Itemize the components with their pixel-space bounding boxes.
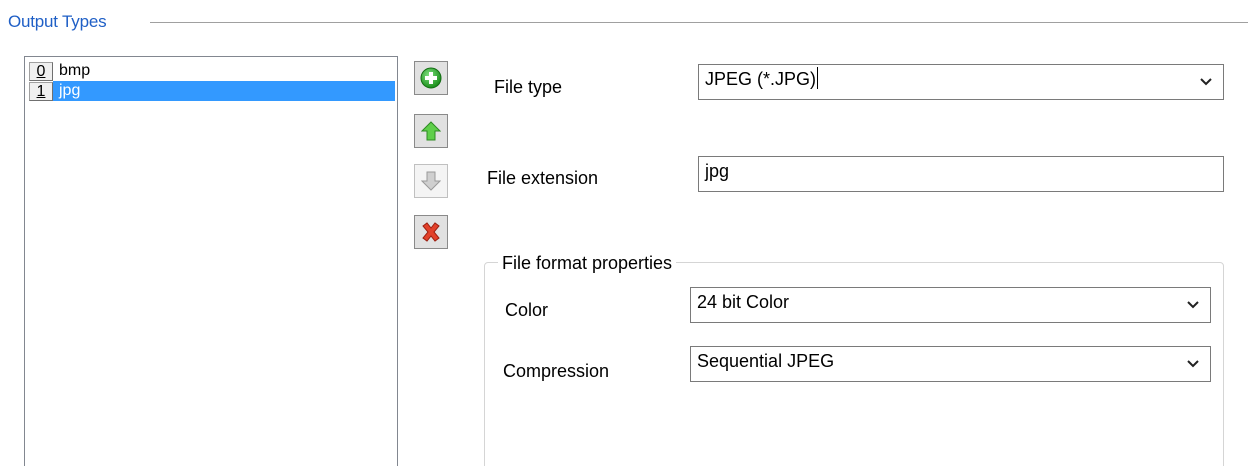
- compression-value: Sequential JPEG: [697, 351, 835, 371]
- chevron-down-icon: [1187, 360, 1199, 368]
- list-item-label: jpg: [53, 81, 395, 101]
- output-types-list[interactable]: 0 bmp 1 jpg: [24, 56, 398, 466]
- list-item-bmp[interactable]: 0 bmp: [29, 61, 395, 81]
- file-format-properties-title: File format properties: [498, 252, 677, 274]
- group-divider: [150, 22, 1248, 23]
- chevron-down-icon: [1200, 78, 1212, 86]
- color-label: Color: [505, 300, 549, 320]
- file-extension-input[interactable]: jpg: [698, 156, 1224, 192]
- compression-combo[interactable]: Sequential JPEG: [690, 346, 1211, 382]
- delete-icon: [422, 222, 440, 242]
- list-item-jpg[interactable]: 1 jpg: [29, 81, 395, 101]
- move-up-button[interactable]: [414, 114, 448, 148]
- file-type-text: JPEG (*.JPG): [705, 69, 817, 89]
- list-item-label: bmp: [59, 62, 91, 79]
- list-item-index: 1: [29, 81, 53, 101]
- chevron-down-icon: [1187, 301, 1199, 309]
- output-types-title: Output Types: [8, 11, 111, 33]
- add-icon: [420, 67, 442, 89]
- file-type-value: JPEG (*.JPG): [705, 62, 819, 96]
- color-value: 24 bit Color: [697, 292, 790, 312]
- file-extension-value: jpg: [705, 161, 730, 181]
- color-combo[interactable]: 24 bit Color: [690, 287, 1211, 323]
- text-caret: [817, 67, 819, 89]
- delete-button[interactable]: [414, 215, 448, 249]
- move-down-button[interactable]: [414, 164, 448, 198]
- file-type-label: File type: [494, 77, 563, 97]
- down-arrow-icon: [421, 171, 441, 191]
- compression-label: Compression: [503, 361, 610, 381]
- up-arrow-icon: [421, 121, 441, 141]
- list-item-index: 0: [29, 61, 53, 81]
- file-extension-label: File extension: [487, 168, 599, 188]
- add-button[interactable]: [414, 61, 448, 95]
- file-type-combo[interactable]: JPEG (*.JPG): [698, 64, 1224, 100]
- output-types-panel: Output Types 0 bmp 1 jpg File type JPEG …: [0, 0, 1248, 466]
